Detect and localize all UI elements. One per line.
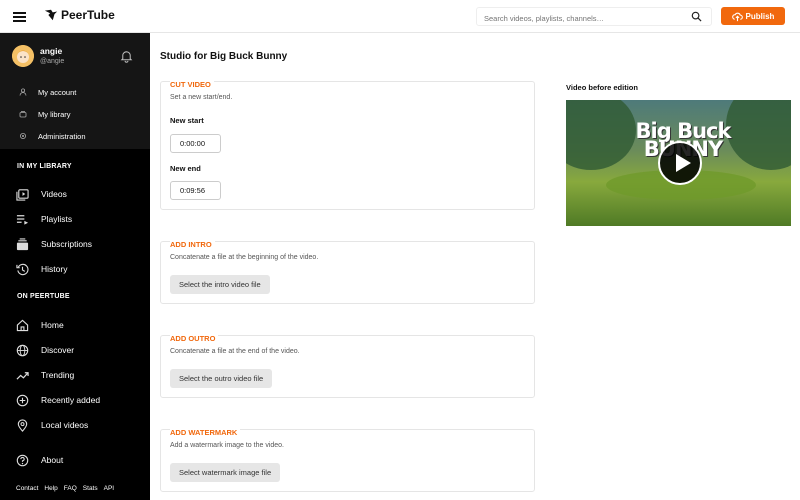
plus-circle-icon (16, 394, 29, 406)
globe-icon (16, 344, 29, 356)
sidebar-item-my-account[interactable]: My account (0, 81, 150, 103)
page-title: Studio for Big Buck Bunny (160, 51, 288, 62)
sidebar-item-history[interactable]: History (0, 258, 150, 280)
new-end-label: New end (170, 164, 201, 173)
subscriptions-icon (16, 237, 29, 250)
add-outro-desc: Concatenate a file at the end of the vid… (170, 348, 300, 355)
bell-icon[interactable] (120, 49, 133, 63)
help-icon (16, 454, 29, 466)
sidebar-item-label: Local videos (41, 420, 89, 430)
user-name[interactable]: angie (40, 46, 62, 56)
sidebar-item-label: Playlists (41, 214, 73, 224)
footer-link-stats[interactable]: Stats (83, 485, 98, 492)
brand-logo[interactable]: PeerTube (44, 8, 115, 22)
new-end-input[interactable]: 0:09:56 (170, 181, 221, 200)
publish-label: Publish (745, 11, 775, 21)
sidebar-item-playlists[interactable]: Playlists (0, 208, 150, 230)
footer-link-api[interactable]: API (104, 485, 114, 492)
sidebar-item-label: My account (38, 87, 77, 97)
sidebar-item-label: Videos (41, 189, 67, 199)
location-icon (17, 418, 28, 432)
user-handle: @angie (40, 58, 65, 65)
home-icon (16, 319, 29, 331)
add-watermark-desc: Add a watermark image to the video. (170, 442, 285, 449)
videos-icon (16, 188, 29, 201)
search-icon[interactable] (691, 11, 702, 22)
sidebar-item-label: Recently added (41, 395, 101, 405)
add-intro-card: ADD INTRO Concatenate a file at the begi… (160, 240, 535, 304)
menu-icon[interactable] (13, 12, 26, 22)
sidebar-item-about[interactable]: About (0, 449, 150, 471)
select-intro-button[interactable]: Select the intro video file (170, 275, 270, 294)
video-preview[interactable]: Big Buck BUNNY (566, 100, 791, 226)
add-outro-card: ADD OUTRO Concatenate a file at the end … (160, 334, 535, 398)
library-icon (19, 111, 27, 118)
sidebar-item-label: Home (41, 320, 64, 330)
select-outro-button[interactable]: Select the outro video file (170, 369, 273, 388)
cut-video-title: CUT VIDEO (170, 80, 214, 89)
history-icon (16, 263, 29, 275)
sidebar-item-home[interactable]: Home (0, 314, 150, 336)
brand-name: PeerTube (61, 8, 115, 22)
cut-video-desc: Set a new start/end. (170, 94, 233, 101)
sidebar-item-local-videos[interactable]: Local videos (0, 414, 150, 436)
footer-link-contact[interactable]: Contact (16, 485, 38, 492)
sidebar-item-discover[interactable]: Discover (0, 339, 150, 361)
section-title-library: IN MY LIBRARY (17, 163, 72, 170)
sidebar-item-label: My library (38, 109, 71, 119)
footer-links: Contact Help FAQ Stats API (16, 485, 114, 492)
select-watermark-button[interactable]: Select watermark image file (170, 463, 281, 482)
new-start-input[interactable]: 0:00:00 (170, 134, 221, 153)
publish-button[interactable]: Publish (721, 7, 785, 25)
main-content: Studio for Big Buck Bunny CUT VIDEO Set … (150, 33, 800, 500)
footer-link-faq[interactable]: FAQ (64, 485, 77, 492)
user-icon (19, 88, 27, 96)
section-title-peertube: ON PEERTUBE (17, 293, 70, 300)
avatar[interactable] (12, 45, 34, 67)
preview-label: Video before edition (566, 83, 638, 92)
sidebar-item-my-library[interactable]: My library (0, 103, 150, 125)
sidebar-item-label: Subscriptions (41, 239, 93, 249)
sidebar-item-label: Administration (38, 131, 86, 141)
sidebar-item-subscriptions[interactable]: Subscriptions (0, 233, 150, 255)
avatar-face-icon (12, 45, 34, 67)
add-watermark-card: ADD WATERMARK Add a watermark image to t… (160, 428, 535, 492)
peertube-logo-icon (44, 9, 58, 21)
sidebar-item-trending[interactable]: Trending (0, 364, 150, 386)
top-bar: PeerTube Publish (0, 0, 800, 33)
upload-cloud-icon (731, 12, 743, 21)
user-block: angie @angie My account My library Admin… (0, 33, 150, 149)
trending-icon (16, 371, 29, 380)
sidebar: angie @angie My account My library Admin… (0, 33, 150, 500)
add-intro-title: ADD INTRO (170, 240, 215, 249)
sidebar-item-label: History (41, 264, 68, 274)
sidebar-item-label: Trending (41, 370, 75, 380)
add-outro-title: ADD OUTRO (170, 334, 219, 343)
footer-link-help[interactable]: Help (44, 485, 57, 492)
playlists-icon (16, 214, 29, 225)
sidebar-item-videos[interactable]: Videos (0, 183, 150, 205)
sidebar-item-label: Discover (41, 345, 75, 355)
new-start-label: New start (170, 116, 204, 125)
cut-video-card: CUT VIDEO Set a new start/end. New start… (160, 80, 535, 210)
sidebar-item-administration[interactable]: Administration (0, 125, 150, 147)
sidebar-item-recently-added[interactable]: Recently added (0, 389, 150, 411)
add-intro-desc: Concatenate a file at the beginning of t… (170, 254, 319, 261)
search-box (476, 7, 712, 27)
add-watermark-title: ADD WATERMARK (170, 428, 241, 437)
search-input[interactable] (477, 10, 677, 27)
cog-icon (20, 133, 26, 139)
sidebar-item-label: About (41, 455, 64, 465)
play-icon[interactable] (658, 141, 702, 185)
tree-shape (566, 100, 636, 170)
